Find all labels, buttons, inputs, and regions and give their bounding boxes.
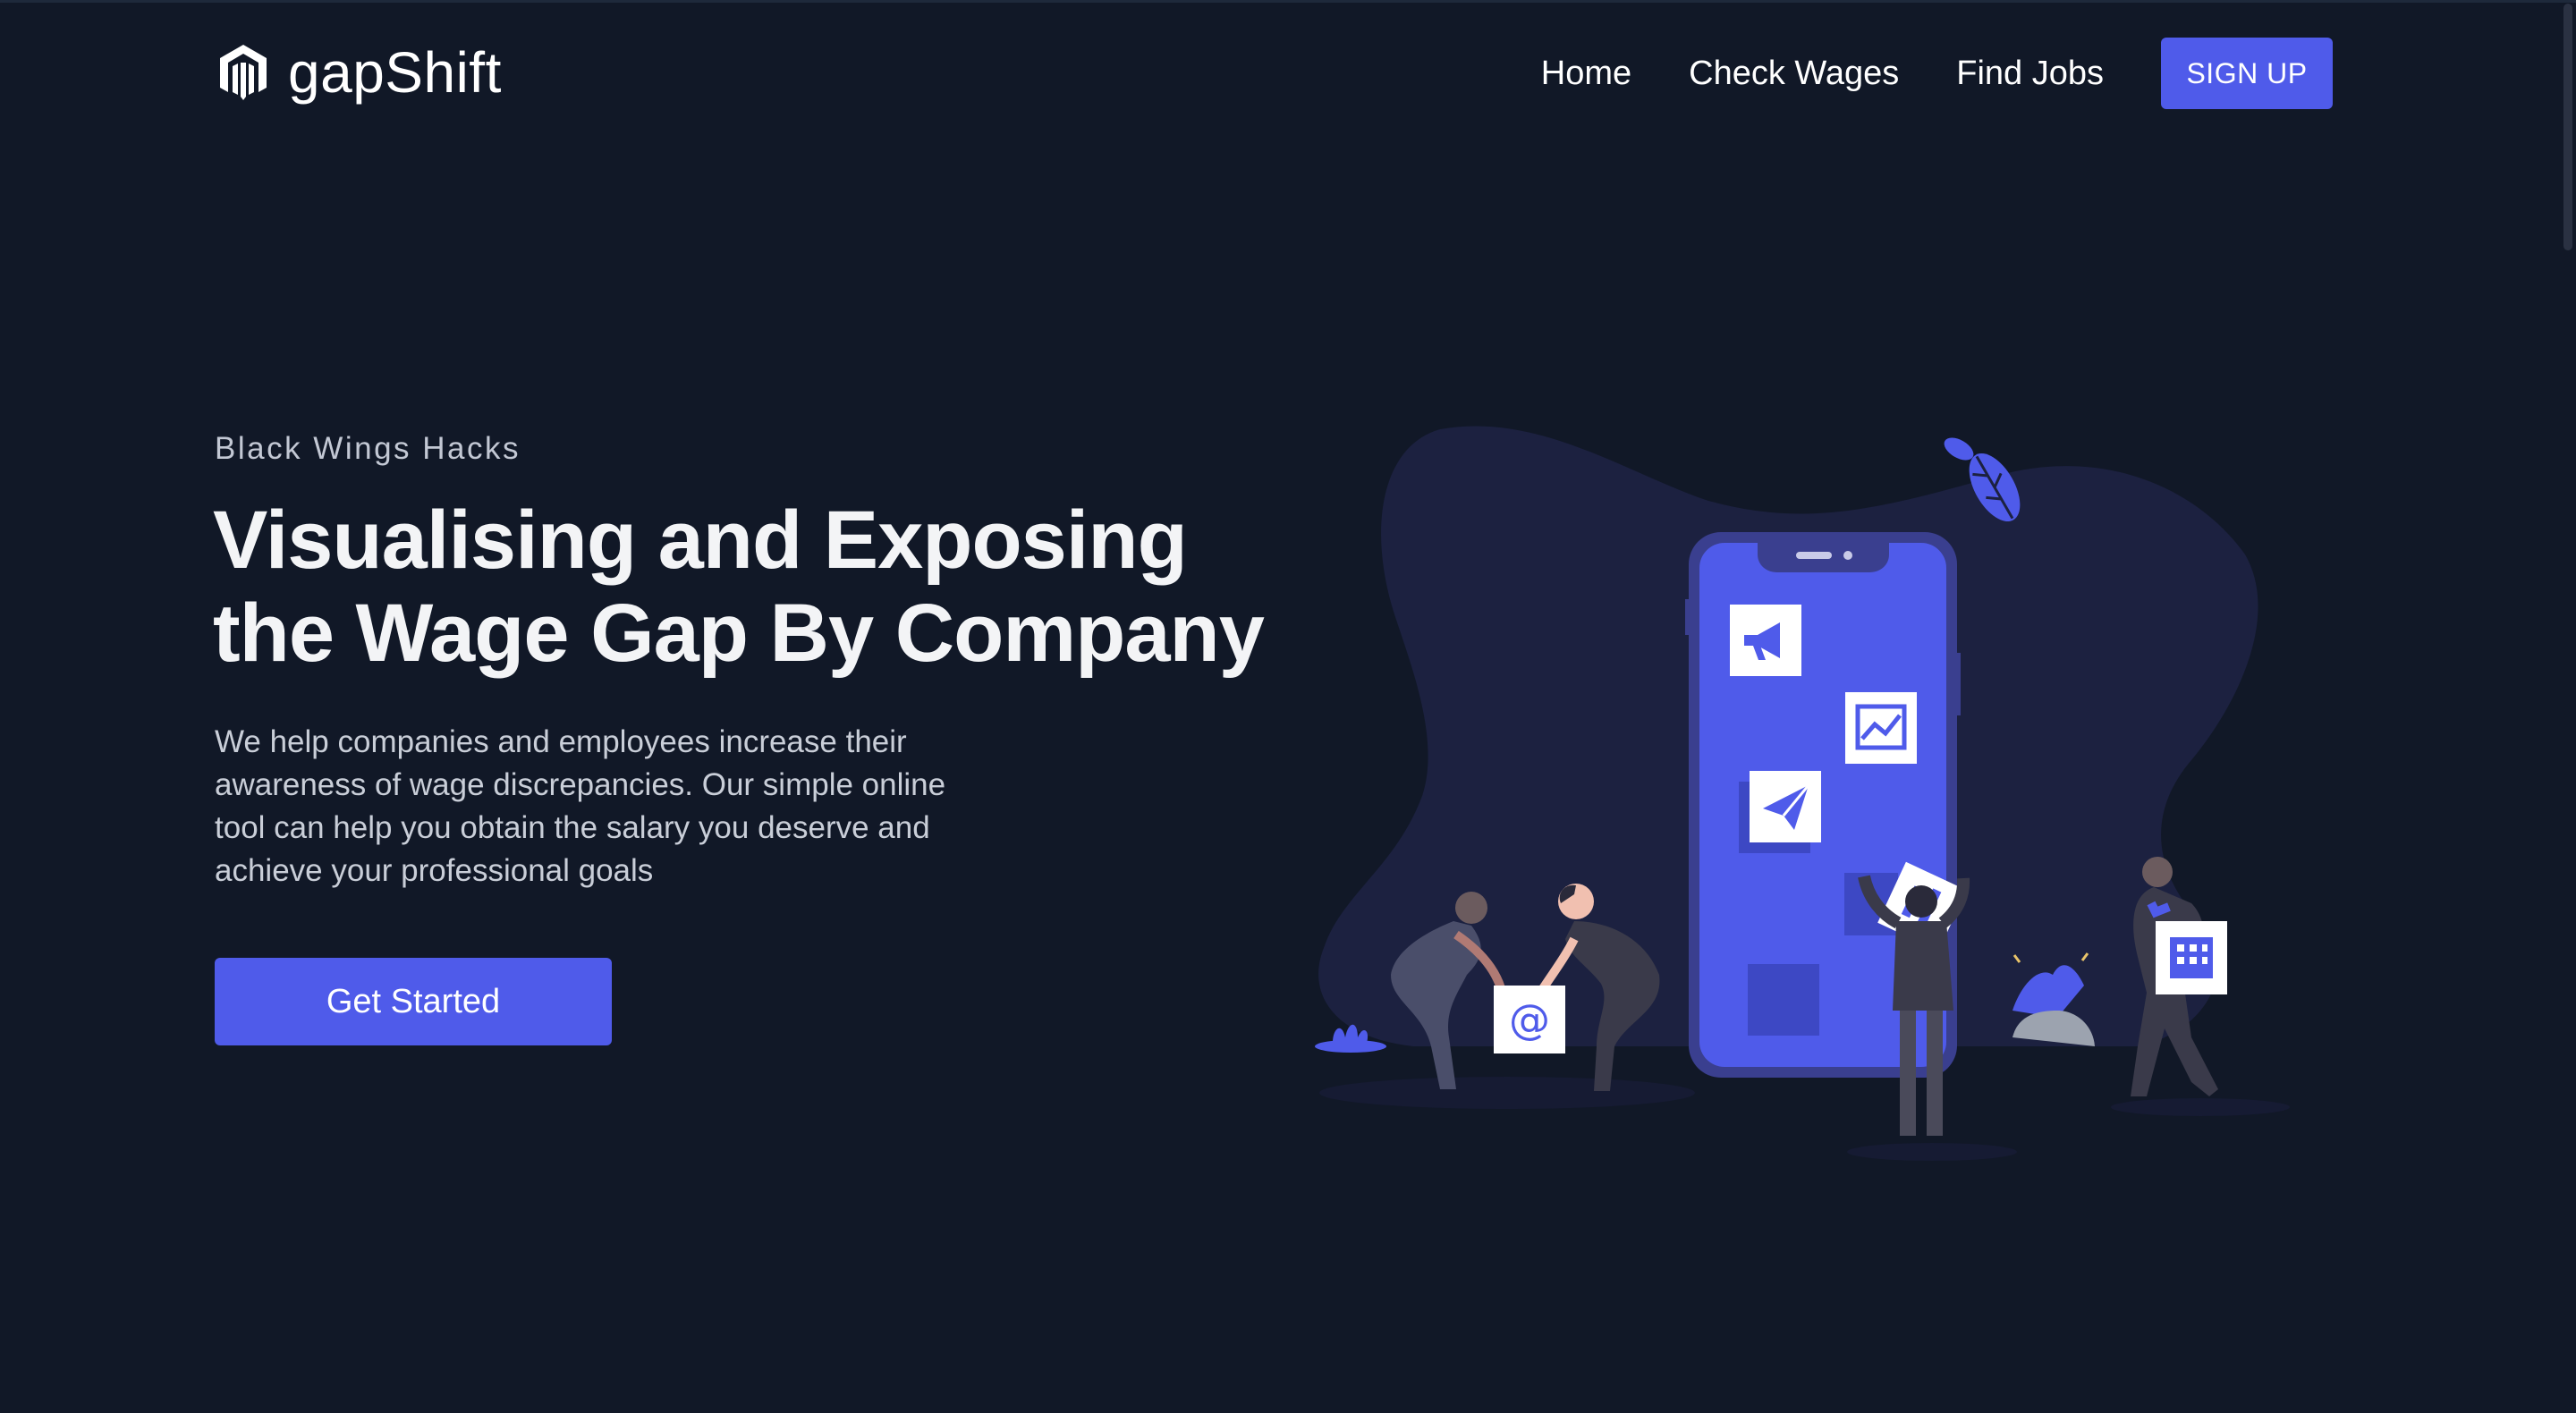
illustration-svg: @ bbox=[1315, 426, 2290, 1161]
brand-name: gapShift bbox=[288, 40, 502, 105]
landing-page: gapShift Home Check Wages Find Jobs SIGN… bbox=[0, 0, 2576, 1413]
hexagon-m-logo-icon bbox=[220, 45, 267, 100]
scrollbar[interactable] bbox=[2563, 4, 2572, 250]
hero-illustration: @ bbox=[1306, 420, 2326, 1172]
hero-eyebrow: Black Wings Hacks bbox=[215, 431, 521, 466]
signup-button[interactable]: SIGN UP bbox=[2161, 38, 2333, 109]
brand-logo[interactable]: gapShift bbox=[215, 41, 502, 104]
headline-line-2: the Wage Gap By Company bbox=[213, 588, 1265, 679]
top-divider bbox=[0, 0, 2576, 3]
hero-description: We help companies and employees increase… bbox=[215, 724, 946, 888]
hero-headline: Visualising and Exposing the Wage Gap By… bbox=[213, 494, 1286, 680]
get-started-button[interactable]: Get Started bbox=[215, 958, 612, 1045]
nav-link-check-wages[interactable]: Check Wages bbox=[1689, 38, 1899, 109]
headline-line-1: Visualising and Exposing bbox=[213, 495, 1188, 586]
at-symbol: @ bbox=[1509, 995, 1550, 1044]
main-nav: Home Check Wages Find Jobs SIGN UP bbox=[1541, 38, 2333, 109]
nav-link-find-jobs[interactable]: Find Jobs bbox=[1956, 38, 2104, 109]
nav-link-home[interactable]: Home bbox=[1541, 38, 1631, 109]
